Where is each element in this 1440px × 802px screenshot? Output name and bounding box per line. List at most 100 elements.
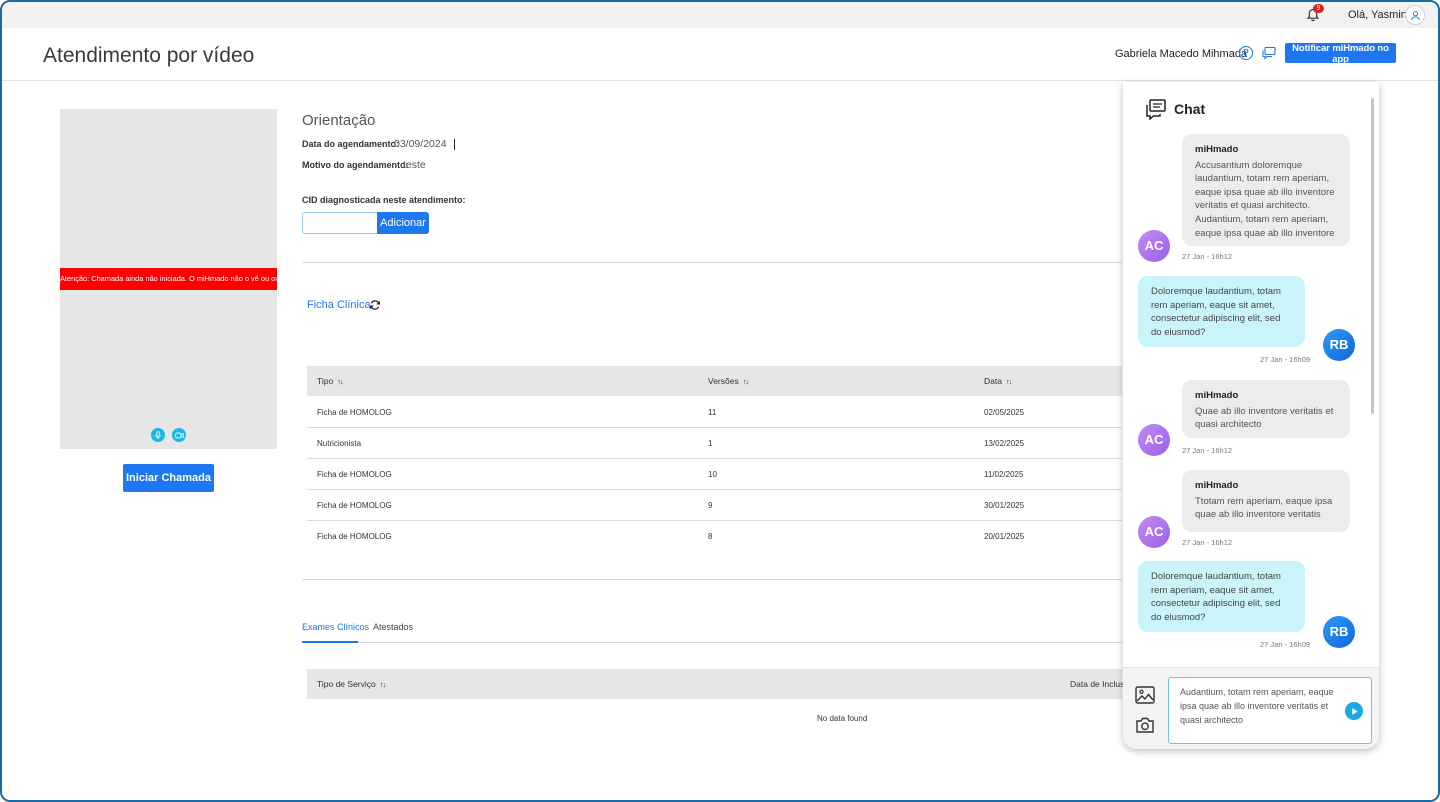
user-icon bbox=[1410, 10, 1420, 20]
table-row[interactable]: Ficha de HOMOLOG 8 20/01/2025 bbox=[307, 521, 1122, 552]
chat-toggle-icon[interactable] bbox=[1261, 45, 1277, 61]
cell-data: 30/01/2025 bbox=[984, 501, 1025, 510]
message-sender: miHmado bbox=[1195, 480, 1239, 491]
message-timestamp: 27 Jan - 16h12 bbox=[1182, 252, 1233, 261]
cell-versoes: 10 bbox=[708, 470, 717, 479]
cell-versoes: 11 bbox=[708, 408, 717, 417]
page-title: Atendimento por vídeo bbox=[43, 44, 255, 67]
camera-button[interactable] bbox=[172, 428, 186, 442]
notification-badge: 9 bbox=[1313, 4, 1324, 13]
p-badge-icon[interactable]: P bbox=[1239, 46, 1253, 60]
chat-composer: Audantium, totam rem aperiam, eaque ipsa… bbox=[1123, 667, 1379, 749]
cell-tipo: Ficha de HOMOLOG bbox=[317, 532, 392, 541]
message-sender: miHmado bbox=[1195, 144, 1239, 155]
message-text: Ttotam rem aperiam, eaque ipsa quae ab i… bbox=[1195, 495, 1333, 521]
avatar: AC bbox=[1138, 424, 1170, 456]
avatar: AC bbox=[1138, 516, 1170, 548]
message-timestamp: 27 Jan - 16h12 bbox=[1182, 538, 1233, 547]
cell-versoes: 8 bbox=[708, 532, 713, 541]
chat-message-incoming: miHmado Ttotam rem aperiam, eaque ipsa q… bbox=[1182, 470, 1350, 532]
message-timestamp: 27 Jan - 16h12 bbox=[1182, 446, 1233, 455]
avatar: AC bbox=[1138, 230, 1170, 262]
send-message-button[interactable] bbox=[1345, 702, 1363, 720]
chat-message-outgoing: Doloremque laudantium, totam rem aperiam… bbox=[1138, 561, 1305, 632]
avatar: RB bbox=[1323, 616, 1355, 648]
text-cursor bbox=[454, 139, 455, 150]
sort-icon[interactable]: ↑↓ bbox=[1006, 367, 1012, 397]
microphone-icon bbox=[155, 430, 161, 439]
appointment-reason-label: Motivo do agendamento: bbox=[302, 160, 409, 170]
cell-tipo: Ficha de HOMOLOG bbox=[317, 501, 392, 510]
exams-table-header: Tipo de Serviço ↑↓ Data de Inclusão bbox=[307, 669, 1134, 700]
cell-tipo: Ficha de HOMOLOG bbox=[317, 408, 392, 417]
table-row[interactable]: Ficha de HOMOLOG 10 11/02/2025 bbox=[307, 459, 1122, 490]
column-header-data[interactable]: Data ↑↓ bbox=[984, 366, 1012, 397]
message-timestamp: 27 Jan - 16h09 bbox=[1260, 355, 1311, 364]
cell-data: 20/01/2025 bbox=[984, 532, 1025, 541]
sort-icon[interactable]: ↑↓ bbox=[380, 670, 386, 700]
cell-versoes: 1 bbox=[708, 439, 713, 448]
chat-message-incoming: miHmado Accusantium doloremque laudantiu… bbox=[1182, 134, 1350, 246]
clinical-record-table-header: Tipo ↑↓ Versões ↑↓ Data ↑↓ bbox=[307, 366, 1122, 396]
message-text: Accusantium doloremque laudantium, totam… bbox=[1195, 159, 1335, 239]
cell-tipo: Ficha de HOMOLOG bbox=[317, 470, 392, 479]
cell-data: 02/05/2025 bbox=[984, 408, 1025, 417]
chat-title: Chat bbox=[1174, 101, 1206, 117]
start-call-button[interactable]: Iniciar Chamada bbox=[123, 464, 214, 492]
call-not-started-alert: Atenção: Chamada ainda não iniciada. O m… bbox=[60, 268, 277, 290]
chat-message-incoming: miHmado Quae ab illo inventore veritatis… bbox=[1182, 380, 1350, 438]
chat-message-outgoing: Doloremque laudantium, totam rem aperiam… bbox=[1138, 276, 1305, 347]
image-upload-icon[interactable] bbox=[1135, 686, 1155, 704]
top-bar: 9 Olá, Yasmin! bbox=[2, 2, 1438, 28]
cell-data: 11/02/2025 bbox=[984, 470, 1024, 479]
table-row[interactable]: Nutricionista 1 13/02/2025 bbox=[307, 428, 1122, 459]
cid-label: CID diagnosticada neste atendimento: bbox=[302, 195, 466, 205]
appointment-reason-value: teste bbox=[403, 159, 426, 171]
notify-patient-button[interactable]: Notificar miHmado no app bbox=[1285, 43, 1396, 65]
tab-exames-clinicos[interactable]: Exames Clínicos bbox=[302, 622, 369, 632]
column-header-tipo[interactable]: Tipo ↑↓ bbox=[317, 366, 344, 397]
message-sender: miHmado bbox=[1195, 390, 1239, 401]
app-window: 9 Olá, Yasmin! Atendimento por vídeo Gab… bbox=[0, 0, 1440, 802]
section-divider bbox=[302, 579, 1122, 580]
message-text: Quae ab illo inventore veritatis et quas… bbox=[1195, 405, 1334, 431]
cell-tipo: Nutricionista bbox=[317, 439, 362, 448]
chat-panel: Chat miHmado Accusantium doloremque laud… bbox=[1123, 82, 1379, 749]
table-row[interactable]: Ficha de HOMOLOG 9 30/01/2025 bbox=[307, 490, 1122, 521]
sort-icon[interactable]: ↑↓ bbox=[337, 367, 343, 397]
video-area: Atenção: Chamada ainda não iniciada. O m… bbox=[60, 109, 277, 449]
message-timestamp: 27 Jan - 16h09 bbox=[1260, 640, 1311, 649]
camera-icon[interactable] bbox=[1135, 716, 1155, 734]
cell-versoes: 9 bbox=[708, 501, 713, 510]
video-camera-icon bbox=[174, 432, 184, 438]
column-header-tipo-servico[interactable]: Tipo de Serviço ↑↓ bbox=[317, 669, 386, 700]
tabs-baseline bbox=[302, 642, 1122, 643]
refresh-icon[interactable] bbox=[369, 299, 381, 311]
send-icon bbox=[1351, 707, 1358, 715]
microphone-button[interactable] bbox=[151, 428, 165, 442]
column-header-versoes[interactable]: Versões ↑↓ bbox=[708, 366, 749, 397]
avatar: RB bbox=[1323, 329, 1355, 361]
appointment-date-value: 03/09/2024 bbox=[394, 138, 447, 150]
clinical-record-link[interactable]: Ficha Clínica bbox=[307, 299, 371, 311]
sort-icon[interactable]: ↑↓ bbox=[743, 367, 749, 397]
user-greeting: Olá, Yasmin! bbox=[1348, 9, 1410, 21]
add-cid-button[interactable]: Adicionar bbox=[377, 212, 429, 234]
empty-table-message: No data found bbox=[817, 714, 868, 723]
cid-input[interactable] bbox=[302, 212, 378, 234]
page-header: Atendimento por vídeo Gabriela Macedo Mi… bbox=[2, 28, 1438, 81]
active-tab-indicator bbox=[302, 641, 358, 643]
message-text: Doloremque laudantium, totam rem aperiam… bbox=[1151, 286, 1281, 338]
patient-name: Gabriela Macedo Mihmada bbox=[1115, 48, 1248, 60]
message-text: Doloremque laudantium, totam rem aperiam… bbox=[1151, 571, 1281, 623]
chat-icon bbox=[1146, 99, 1166, 120]
tab-atestados[interactable]: Atestados bbox=[373, 622, 413, 632]
section-title-orientation: Orientação bbox=[302, 112, 376, 129]
chat-message-input[interactable]: Audantium, totam rem aperiam, eaque ipsa… bbox=[1168, 677, 1372, 744]
cell-data: 13/02/2025 bbox=[984, 439, 1025, 448]
section-divider bbox=[302, 262, 1122, 263]
user-menu-button[interactable] bbox=[1405, 5, 1425, 25]
table-row[interactable]: Ficha de HOMOLOG 11 02/05/2025 bbox=[307, 397, 1122, 428]
chat-scrollbar[interactable] bbox=[1371, 98, 1374, 414]
appointment-date-label: Data do agendamento: bbox=[302, 139, 400, 149]
